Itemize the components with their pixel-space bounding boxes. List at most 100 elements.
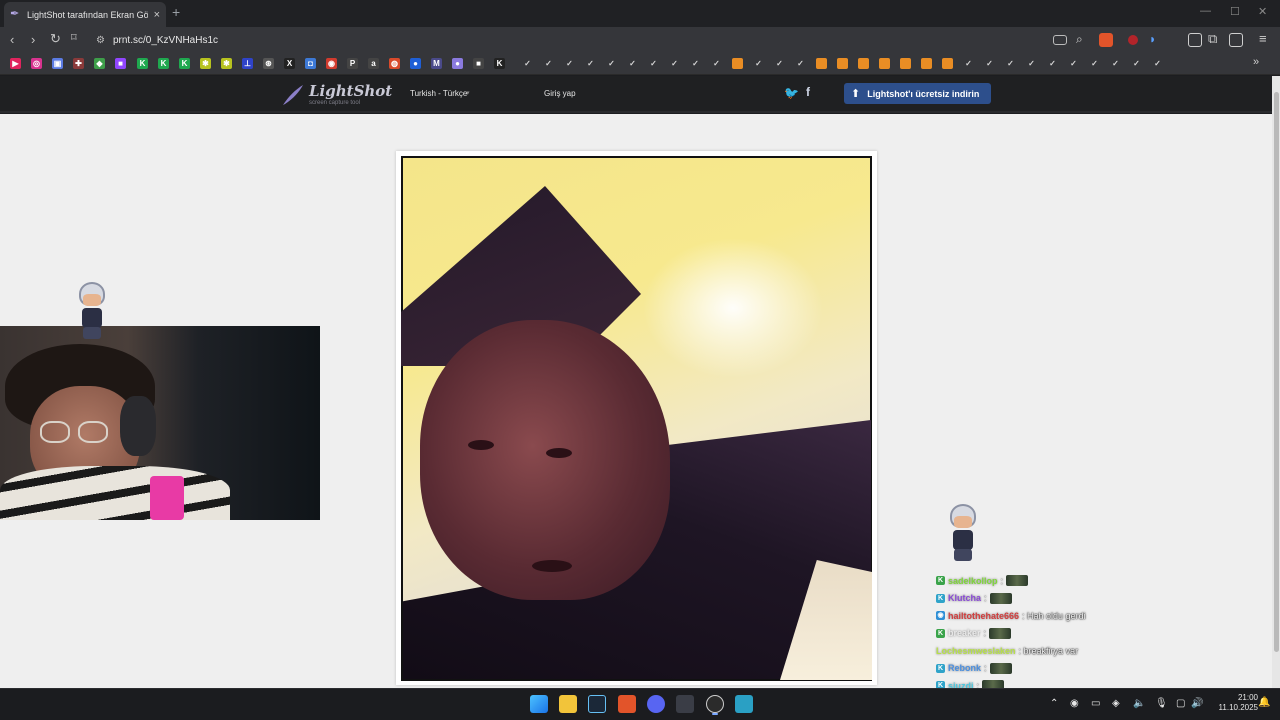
address-bar[interactable]: ⚙ prnt.sc/0_KzVNHaHs1c xyxy=(88,30,1128,50)
bookmark-folder-icon[interactable] xyxy=(921,58,932,69)
language-selector[interactable]: Turkish - Türkçe xyxy=(410,89,467,98)
notification-icon[interactable]: 🔔 xyxy=(1258,697,1270,708)
close-window-button[interactable]: ✕ xyxy=(1258,5,1267,18)
bookmark-icon[interactable]: ✱ xyxy=(200,58,211,69)
minimize-button[interactable]: — xyxy=(1200,5,1211,17)
bookmark-check-icon[interactable]: ✓ xyxy=(522,58,533,69)
chevron-up-icon[interactable]: ⌃ xyxy=(1050,698,1058,709)
bookmark-icon[interactable]: K xyxy=(158,58,169,69)
bookmark-check-icon[interactable]: ✓ xyxy=(1089,58,1100,69)
bookmark-check-icon[interactable]: ✓ xyxy=(669,58,680,69)
twitter-icon[interactable]: 🐦 xyxy=(784,86,799,100)
extensions-puzzle-icon[interactable]: ⧉ xyxy=(1208,31,1217,47)
app-icon[interactable] xyxy=(676,695,694,713)
obs-icon[interactable] xyxy=(706,695,724,713)
ublock-icon[interactable] xyxy=(1128,35,1138,45)
bookmark-check-icon[interactable]: ✓ xyxy=(564,58,575,69)
brave-shield-icon[interactable] xyxy=(1099,33,1113,47)
bookmark-icon[interactable]: ● xyxy=(452,58,463,69)
bookmark-icon[interactable]: ⌑ xyxy=(71,31,77,44)
bookmark-check-icon[interactable]: ✓ xyxy=(1026,58,1037,69)
bookmark-icon[interactable]: ⊥ xyxy=(242,58,253,69)
back-icon[interactable]: ‹ xyxy=(10,32,14,47)
bookmark-check-icon[interactable]: ✓ xyxy=(795,58,806,69)
bookmark-check-icon[interactable]: ✓ xyxy=(1131,58,1142,69)
bookmark-check-icon[interactable]: ✓ xyxy=(963,58,974,69)
bookmark-icon[interactable]: ✱ xyxy=(221,58,232,69)
bookmarks-overflow-icon[interactable]: » xyxy=(1253,56,1259,68)
bookmark-icon[interactable]: ▣ xyxy=(52,58,63,69)
discord-icon[interactable] xyxy=(647,695,665,713)
bookmark-icon[interactable]: M xyxy=(431,58,442,69)
maximize-button[interactable]: ☐ xyxy=(1230,5,1240,18)
close-tab-icon[interactable]: × xyxy=(154,9,160,21)
bookmark-icon[interactable]: P xyxy=(347,58,358,69)
microphone-icon[interactable]: 🎙 xyxy=(1155,698,1168,709)
bookmark-check-icon[interactable]: ✓ xyxy=(711,58,722,69)
bookmark-icon[interactable]: ◍ xyxy=(389,58,400,69)
reading-view-icon[interactable] xyxy=(1188,33,1202,47)
bookmark-check-icon[interactable]: ✓ xyxy=(984,58,995,69)
brave-icon[interactable] xyxy=(618,695,636,713)
zoom-icon[interactable]: ⌕ xyxy=(1076,32,1083,47)
site-settings-icon[interactable]: ⚙ xyxy=(96,35,105,46)
bookmark-check-icon[interactable]: ✓ xyxy=(543,58,554,69)
bookmark-icon[interactable]: ◎ xyxy=(31,58,42,69)
bookmark-icon[interactable]: K xyxy=(494,58,505,69)
sidebar-icon[interactable] xyxy=(1229,33,1243,47)
battery-icon[interactable]: ▭ xyxy=(1091,698,1100,709)
facebook-icon[interactable]: f xyxy=(806,85,810,99)
bookmark-icon[interactable]: ■ xyxy=(115,58,126,69)
bookmark-folder-icon[interactable] xyxy=(837,58,848,69)
menu-icon[interactable]: ≡ xyxy=(1259,31,1267,46)
bookmark-folder-icon[interactable] xyxy=(900,58,911,69)
extension-icon[interactable]: ◗ xyxy=(1149,32,1156,46)
bookmark-check-icon[interactable]: ✓ xyxy=(1152,58,1163,69)
bookmark-icon[interactable]: K xyxy=(179,58,190,69)
file-explorer-icon[interactable] xyxy=(559,695,577,713)
speaker-icon[interactable]: 🔈 xyxy=(1133,698,1145,709)
bookmark-check-icon[interactable]: ✓ xyxy=(774,58,785,69)
bookmark-check-icon[interactable]: ✓ xyxy=(585,58,596,69)
bookmark-folder-icon[interactable] xyxy=(858,58,869,69)
bookmark-check-icon[interactable]: ✓ xyxy=(1005,58,1016,69)
bookmark-icon[interactable]: ◘ xyxy=(305,58,316,69)
cast-icon[interactable] xyxy=(1053,35,1067,45)
bookmark-check-icon[interactable]: ✓ xyxy=(1047,58,1058,69)
start-icon[interactable] xyxy=(530,695,548,713)
bookmark-check-icon[interactable]: ✓ xyxy=(606,58,617,69)
bookmark-icon[interactable]: ✚ xyxy=(73,58,84,69)
bookmark-icon[interactable]: ◆ xyxy=(94,58,105,69)
bookmark-check-icon[interactable]: ✓ xyxy=(1068,58,1079,69)
bookmark-folder-icon[interactable] xyxy=(942,58,953,69)
bookmark-icon[interactable]: a xyxy=(368,58,379,69)
scrollbar-thumb[interactable] xyxy=(1274,92,1279,652)
bookmark-icon[interactable]: ▶ xyxy=(10,58,21,69)
taskbar-clock[interactable]: 21:00 11.10.2025 xyxy=(1210,693,1258,713)
bookmark-check-icon[interactable]: ✓ xyxy=(690,58,701,69)
bookmark-check-icon[interactable]: ✓ xyxy=(648,58,659,69)
settings-app-icon[interactable] xyxy=(735,695,753,713)
browser-tab[interactable]: ✒ LightShot tarafından Ekran Görü... × xyxy=(4,2,166,27)
bookmark-icon[interactable]: ⊛ xyxy=(263,58,274,69)
forward-icon[interactable]: › xyxy=(31,32,35,47)
new-tab-button[interactable]: + xyxy=(172,4,180,20)
bookmark-folder-icon[interactable] xyxy=(732,58,743,69)
bookmark-check-icon[interactable]: ✓ xyxy=(1110,58,1121,69)
steam-tray-icon[interactable]: ◈ xyxy=(1112,698,1120,709)
bookmark-folder-icon[interactable] xyxy=(879,58,890,69)
bookmark-icon[interactable]: ● xyxy=(410,58,421,69)
bookmark-icon[interactable]: X xyxy=(284,58,295,69)
login-link[interactable]: Giriş yap xyxy=(544,89,576,98)
bookmark-check-icon[interactable]: ✓ xyxy=(627,58,638,69)
lightshot-logo[interactable]: LightShot screen capture tool xyxy=(281,82,392,108)
bookmark-icon[interactable]: ■ xyxy=(473,58,484,69)
volume-icon[interactable]: 🔊 xyxy=(1191,698,1203,709)
bookmark-icon[interactable]: ◉ xyxy=(326,58,337,69)
tray-app-icon[interactable]: ◉ xyxy=(1070,698,1079,709)
steam-icon[interactable] xyxy=(588,695,606,713)
bookmark-folder-icon[interactable] xyxy=(816,58,827,69)
bookmark-check-icon[interactable]: ✓ xyxy=(753,58,764,69)
reload-icon[interactable]: ↻ xyxy=(50,31,61,47)
display-icon[interactable]: ▢ xyxy=(1176,698,1185,709)
